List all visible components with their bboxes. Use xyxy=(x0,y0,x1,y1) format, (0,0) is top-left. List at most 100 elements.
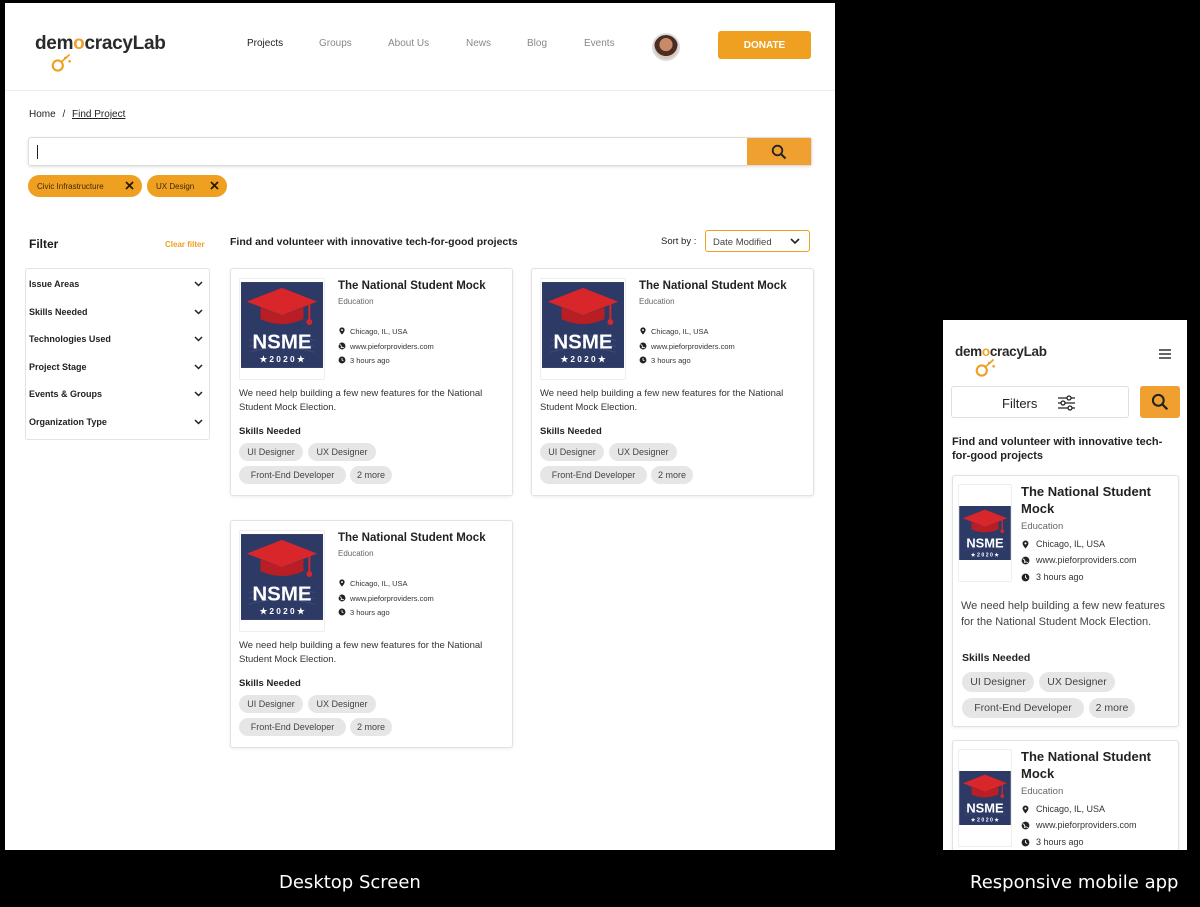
filter-issue-areas[interactable]: Issue Areas xyxy=(29,279,207,293)
project-thumbnail[interactable]: NSME ★ 2 0 2 0 ★ xyxy=(958,749,1012,847)
project-thumbnail[interactable]: NSME ★ 2 0 2 0 ★ xyxy=(239,530,325,632)
nav-events[interactable]: Events xyxy=(584,38,634,49)
filter-panel: Issue Areas Skills Needed Technologies U… xyxy=(25,268,210,440)
project-description: We need help building a few new features… xyxy=(239,640,483,665)
search-input[interactable] xyxy=(29,138,729,165)
filter-chip-civic-infrastructure[interactable]: Civic Infrastructure xyxy=(28,175,142,197)
filter-technologies-used[interactable]: Technologies Used xyxy=(29,334,207,348)
project-category: Education xyxy=(338,297,374,306)
project-card[interactable]: NSME ★ 2 0 2 0 ★ The National Student Mock… xyxy=(531,268,814,496)
skill-pill[interactable]: UI Designer xyxy=(239,695,303,713)
breadcrumb-current[interactable]: Find Project xyxy=(72,109,125,120)
sort-dropdown[interactable]: Date Modified xyxy=(705,230,810,252)
project-category: Education xyxy=(1021,521,1064,532)
nsme-logo-year: ★ 2 0 2 0 ★ xyxy=(971,817,999,823)
filter-project-stage[interactable]: Project Stage xyxy=(29,362,207,376)
skill-pill[interactable]: UX Designer xyxy=(1039,672,1115,692)
skill-pill[interactable]: UI Designer xyxy=(239,443,303,461)
project-title[interactable]: The National Student Mock xyxy=(1021,748,1176,782)
project-card[interactable]: NSME ★ 2 0 2 0 ★ The National Student Mock… xyxy=(230,520,513,748)
remove-chip-icon[interactable] xyxy=(209,180,220,191)
democracylab-logo[interactable]: democracyLab xyxy=(955,344,1047,359)
sliders-icon xyxy=(1058,395,1075,411)
results-headline: Find and volunteer with innovative tech-… xyxy=(230,236,518,248)
chevron-down-icon xyxy=(194,281,203,287)
chevron-down-icon xyxy=(194,336,203,342)
skill-pill[interactable]: Front-End Developer xyxy=(239,718,346,736)
clock-icon xyxy=(338,608,346,616)
search-icon xyxy=(771,144,787,159)
breadcrumb-home[interactable]: Home xyxy=(29,109,56,120)
filter-events-groups[interactable]: Events & Groups xyxy=(29,389,207,403)
project-thumbnail[interactable]: NSME ★ 2 0 2 0 ★ xyxy=(540,278,626,380)
project-title[interactable]: The National Student Mock xyxy=(338,280,486,292)
remove-chip-icon[interactable] xyxy=(124,180,135,191)
desktop-caption: Desktop Screen xyxy=(279,872,421,893)
skill-pill[interactable]: UI Designer xyxy=(962,672,1034,692)
globe-icon xyxy=(338,342,346,350)
project-card[interactable]: NSME ★ 2 0 2 0 ★ The National Student Mock… xyxy=(230,268,513,496)
text-cursor xyxy=(37,145,38,159)
skills-heading: Skills Needed xyxy=(239,426,301,437)
nsme-logo-text: NSME xyxy=(252,582,311,605)
filter-skills-needed[interactable]: Skills Needed xyxy=(29,307,207,321)
menu-icon[interactable] xyxy=(1159,349,1171,359)
project-description: We need help building a few new features… xyxy=(540,388,784,413)
more-skills-pill[interactable]: 2 more xyxy=(1089,698,1135,718)
project-card[interactable]: NSME ★ 2 0 2 0 ★ The National Student Mock… xyxy=(952,740,1179,850)
clock-icon xyxy=(1021,573,1030,582)
nsme-logo-text: NSME xyxy=(966,536,1004,551)
filter-chip-ux-design[interactable]: UX Design xyxy=(147,175,227,197)
nsme-logo-image: NSME★ 2 0 2 0 ★ xyxy=(241,534,323,620)
user-avatar[interactable] xyxy=(652,33,680,61)
skill-pill[interactable]: Front-End Developer xyxy=(239,466,346,484)
globe-icon xyxy=(1021,821,1030,830)
mobile-caption: Responsive mobile app xyxy=(970,872,1179,893)
project-thumbnail[interactable]: NSME ★ 2 0 2 0 ★ xyxy=(958,484,1012,582)
chevron-down-icon xyxy=(194,309,203,315)
donate-button[interactable]: DONATE xyxy=(718,31,811,59)
more-skills-pill[interactable]: 2 more xyxy=(651,466,693,484)
globe-icon xyxy=(639,342,647,350)
skill-pill[interactable]: UI Designer xyxy=(540,443,604,461)
project-description: We need help building a few new features… xyxy=(239,388,483,413)
filters-button[interactable]: Filters xyxy=(951,386,1129,418)
nsme-logo-image: NSME★ 2 0 2 0 ★ xyxy=(959,506,1011,560)
skill-pill[interactable]: Front-End Developer xyxy=(540,466,647,484)
skill-pill[interactable]: UX Designer xyxy=(308,695,376,713)
logo-mark-icon xyxy=(51,53,71,72)
logo-mark-icon xyxy=(975,358,995,377)
nav-news[interactable]: News xyxy=(466,38,527,49)
project-title[interactable]: The National Student Mock xyxy=(639,280,787,292)
project-title[interactable]: The National Student Mock xyxy=(338,532,486,544)
chevron-down-icon xyxy=(194,391,203,397)
mobile-screen: democracyLab Filters Find and volunteer … xyxy=(943,320,1187,850)
more-skills-pill[interactable]: 2 more xyxy=(350,718,392,736)
clear-filter-link[interactable]: Clear filter xyxy=(165,240,205,249)
more-skills-pill[interactable]: 2 more xyxy=(350,466,392,484)
nav-groups[interactable]: Groups xyxy=(319,38,388,49)
skill-pill[interactable]: UX Designer xyxy=(609,443,677,461)
nav-about-us[interactable]: About Us xyxy=(388,38,466,49)
skill-pill[interactable]: Front-End Developer xyxy=(962,698,1084,718)
results-headline: Find and volunteer with innovative tech-… xyxy=(952,436,1163,462)
project-category: Education xyxy=(639,297,675,306)
nsme-logo-image: NSME★ 2 0 2 0 ★ xyxy=(959,771,1011,825)
skill-pill[interactable]: UX Designer xyxy=(308,443,376,461)
project-card[interactable]: NSME ★ 2 0 2 0 ★ The National Student Mock… xyxy=(952,475,1179,727)
skills-heading: Skills Needed xyxy=(239,678,301,689)
nav-blog[interactable]: Blog xyxy=(527,38,584,49)
nsme-logo-image: NSME★ 2 0 2 0 ★ xyxy=(241,282,323,368)
nav-projects[interactable]: Projects xyxy=(247,38,319,49)
search-icon xyxy=(1151,393,1169,411)
clock-icon xyxy=(639,356,647,364)
breadcrumb: Home / Find Project xyxy=(29,109,125,120)
search-button[interactable] xyxy=(747,138,811,165)
project-title[interactable]: The National Student Mock xyxy=(1021,483,1176,517)
filter-organization-type[interactable]: Organization Type xyxy=(29,417,207,431)
search-button[interactable] xyxy=(1140,386,1180,418)
nsme-logo-text: NSME xyxy=(553,330,612,353)
nsme-logo-text: NSME xyxy=(966,801,1004,816)
project-thumbnail[interactable]: NSME ★ 2 0 2 0 ★ xyxy=(239,278,325,380)
search-bar xyxy=(28,137,812,166)
